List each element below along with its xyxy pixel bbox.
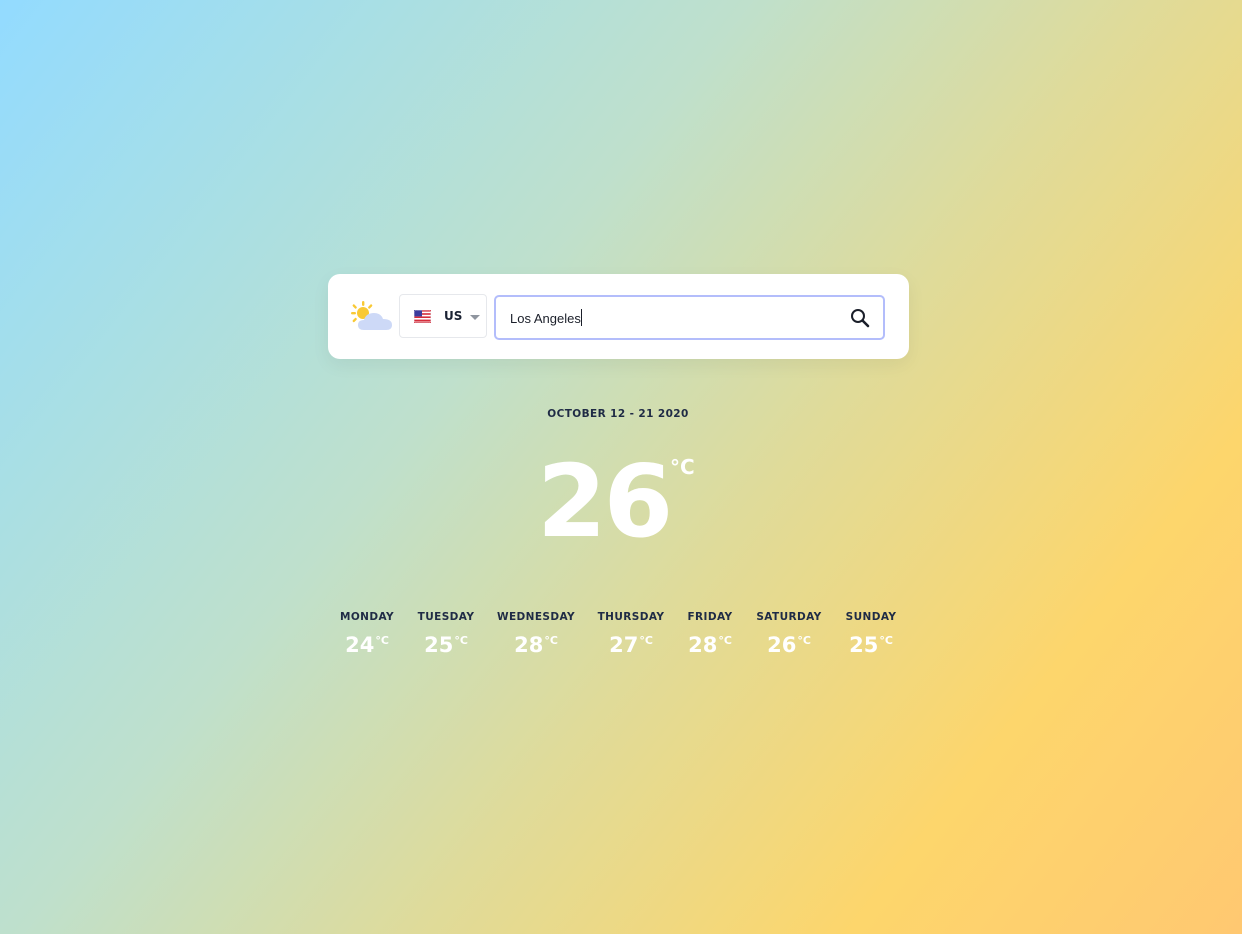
forecast-temp-value: 25 (424, 633, 454, 657)
forecast-day-name: WEDNESDAY (496, 611, 576, 623)
forecast-temp-value: 26 (767, 633, 797, 657)
forecast-temp-unit: °C (718, 634, 732, 647)
forecast-temp-unit: °C (375, 634, 389, 647)
forecast-day-name: SUNDAY (845, 611, 897, 623)
text-cursor (581, 309, 582, 326)
forecast-temp-unit: °C (879, 634, 893, 647)
country-code: US (444, 309, 463, 323)
forecast-temp-value: 24 (345, 633, 375, 657)
weekly-forecast: MONDAY 24°C TUESDAY 25°C WEDNESDAY 28°C … (0, 610, 1242, 670)
forecast-day: WEDNESDAY 28°C (481, 610, 591, 659)
forecast-temp-unit: °C (544, 634, 558, 647)
us-flag-icon (414, 310, 431, 323)
forecast-temp-value: 27 (609, 633, 639, 657)
forecast-day-temperature: 25°C (816, 627, 926, 659)
sun-behind-cloud-icon (351, 301, 392, 330)
forecast-temp-unit: °C (454, 634, 468, 647)
city-search-input[interactable] (510, 308, 830, 328)
forecast-day-temperature: 28°C (481, 627, 591, 659)
forecast-temp-value: 25 (849, 633, 879, 657)
city-search-box (494, 295, 885, 340)
search-card: US (328, 274, 909, 359)
country-select[interactable]: US (399, 294, 487, 338)
search-icon[interactable] (850, 308, 870, 328)
forecast-temp-unit: °C (639, 634, 653, 647)
forecast-day: SUNDAY 25°C (816, 610, 926, 659)
forecast-temp-value: 28 (688, 633, 718, 657)
forecast-temp-unit: °C (797, 634, 811, 647)
date-range: OCTOBER 12 - 21 2020 (547, 408, 689, 420)
current-temperature-unit: °C (670, 455, 695, 479)
forecast-temp-value: 28 (514, 633, 544, 657)
current-temperature: 26 (537, 443, 673, 560)
chevron-down-icon (470, 315, 480, 320)
